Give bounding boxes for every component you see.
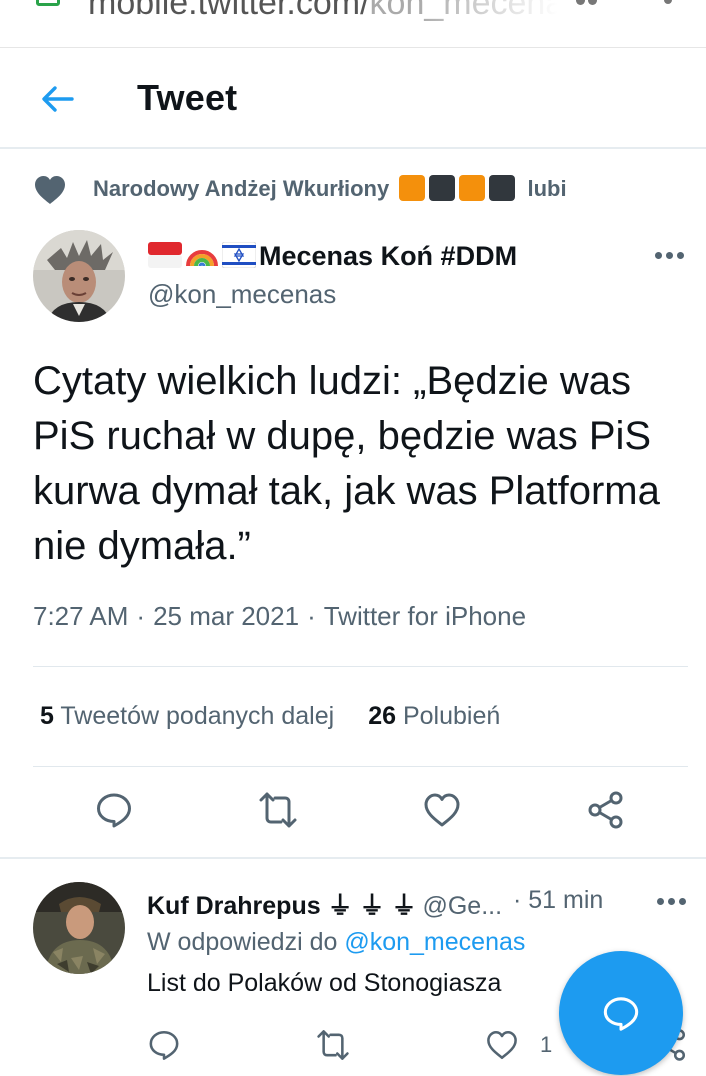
orange-square-emoji [399, 175, 426, 201]
reply-reply-icon[interactable] [147, 1028, 181, 1062]
reply-avatar-image [33, 882, 125, 974]
liker-name[interactable]: Narodowy Andżej Wkurłiony [93, 176, 389, 201]
heart-icon [35, 176, 65, 204]
reply-prefix: W odpowiedzi do [147, 928, 338, 956]
reply-text: List do Polaków od Stonogiasza [147, 969, 502, 997]
likes-label: Polubień [402, 702, 501, 730]
tweet-actions [0, 790, 706, 838]
likes-stat[interactable]: 26 Polubień [368, 702, 500, 730]
more-options-icon[interactable] [655, 252, 685, 260]
retweets-stat[interactable]: 5 Tweetów podanych dalej [40, 702, 334, 730]
rainbow-icon [186, 250, 218, 267]
author-name[interactable]: Mecenas Koń #DDM [148, 238, 517, 272]
lock-icon [36, 0, 60, 6]
app-header: Tweet [0, 49, 706, 149]
reply-header: Kuf Drahrepus ⏚ ⏚ ⏚ @Ge... · 51 min [147, 886, 603, 922]
like-icon[interactable] [422, 790, 462, 830]
social-context[interactable]: Narodowy Andżej Wkurłiony lubi [0, 166, 706, 210]
menu-icon[interactable] [664, 0, 672, 10]
browser-url-bar[interactable]: mobile.twitter.com/kon_mecenas [0, 0, 706, 48]
share-icon[interactable] [586, 790, 626, 830]
social-context-text: Narodowy Andżej Wkurłiony lubi [93, 175, 567, 202]
reply-avatar[interactable] [33, 882, 125, 974]
author-handle[interactable]: @kon_mecenas [148, 279, 336, 310]
url-text[interactable]: mobile.twitter.com/kon_mecenas [88, 0, 558, 23]
compose-reply-button[interactable] [559, 951, 683, 1075]
divider [33, 666, 688, 667]
orange-square-emoji [459, 175, 486, 201]
tweet-time[interactable]: 7:27 AM [33, 601, 128, 631]
liked-label: lubi [527, 176, 567, 201]
reply-author-handle[interactable]: @Ge... [422, 892, 502, 920]
page-title: Tweet [137, 77, 238, 118]
reply-icon[interactable] [94, 790, 134, 830]
reply-like-icon[interactable] [485, 1028, 519, 1062]
author-display-name: Mecenas Koń #DDM [259, 241, 518, 271]
retweets-count: 5 [40, 702, 54, 730]
tweet-stats: 5 Tweetów podanych dalej 26 Polubień [40, 702, 500, 731]
retweets-label: Tweetów podanych dalej [60, 702, 335, 730]
tweet-client[interactable]: Twitter for iPhone [324, 601, 526, 631]
reply-author-name[interactable]: Kuf Drahrepus ⏚ ⏚ ⏚ [147, 892, 416, 920]
reply-bubble-icon [603, 997, 639, 1031]
black-square-emoji [489, 175, 516, 201]
reply-time[interactable]: · 51 min [513, 886, 603, 915]
tweet-date[interactable]: 25 mar 2021 [153, 601, 299, 631]
tweet-text: Cytaty wielkich ludzi: „Będzie was PiS r… [33, 359, 660, 568]
divider [33, 766, 688, 767]
tabs-icon[interactable] [576, 0, 598, 10]
url-path: kon_mecenas [369, 0, 558, 22]
black-square-emoji [429, 175, 456, 201]
reply-retweet-icon[interactable] [316, 1028, 350, 1062]
avatar-image [33, 230, 125, 322]
avatar[interactable] [33, 230, 125, 322]
arrow-left-icon [42, 86, 74, 112]
israel-flag-icon [222, 242, 256, 268]
reply-more-options-icon[interactable] [657, 898, 687, 906]
reply-time-text: 51 min [528, 886, 604, 914]
indonesia-flag-icon [148, 242, 182, 268]
reply-context: W odpowiedzi do @kon_mecenas [147, 928, 525, 957]
back-button[interactable] [38, 79, 78, 119]
retweet-icon[interactable] [258, 790, 298, 830]
reply-target-link[interactable]: @kon_mecenas [344, 928, 525, 956]
section-divider [0, 857, 706, 859]
reply-likes-count: 1 [540, 1032, 553, 1057]
likes-count: 26 [368, 702, 397, 730]
tweet-meta: 7:27 AM · 25 mar 2021 · Twitter for iPhone [33, 601, 527, 631]
url-host: mobile.twitter.com/ [88, 0, 370, 22]
